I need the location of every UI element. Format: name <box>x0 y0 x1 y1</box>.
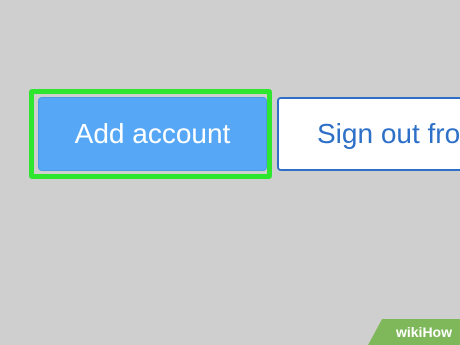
watermark-wiki: wiki <box>395 324 423 340</box>
sign-out-label: Sign out from <box>317 118 460 149</box>
watermark-text: wikiHow <box>396 324 452 340</box>
sign-out-button[interactable]: Sign out from <box>277 97 460 171</box>
wikihow-watermark: wikiHow <box>368 319 460 345</box>
add-account-label: Add account <box>74 118 231 149</box>
add-account-button[interactable]: Add account <box>38 97 267 171</box>
watermark-how: How <box>422 324 452 340</box>
